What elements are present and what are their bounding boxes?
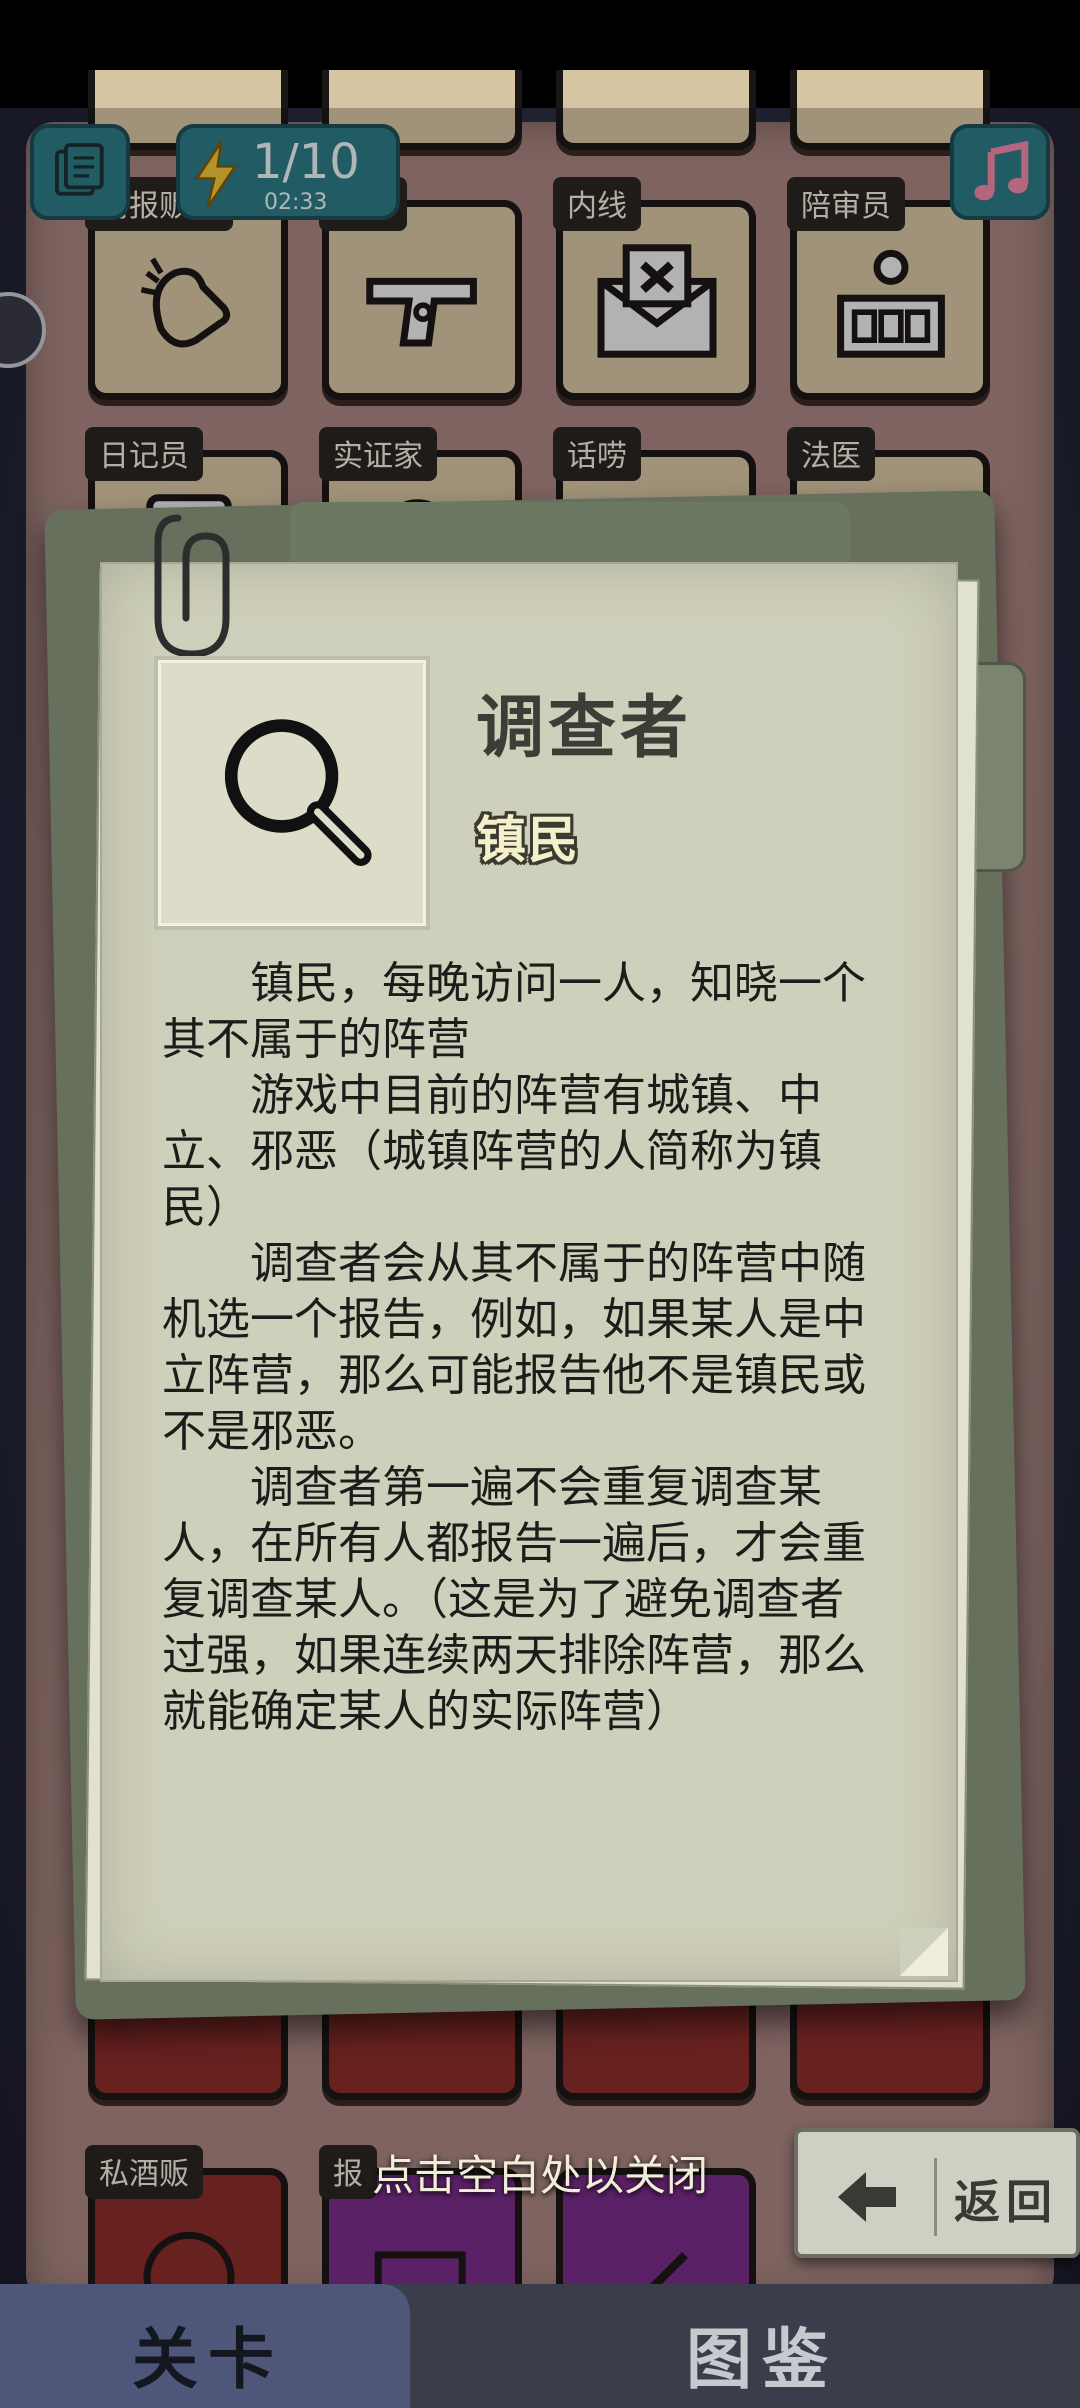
back-button-label: 返回 <box>954 2175 1058 2229</box>
tab-codex[interactable]: 图鉴 <box>410 2284 1080 2408</box>
paper-corner-fold <box>900 1928 948 1976</box>
role-description: 镇民，每晚访问一人，知晓一个其不属于的阵营 游戏中目前的阵营有城镇、中立、邪恶（… <box>162 956 882 1740</box>
back-button[interactable]: 返回 <box>794 2128 1080 2258</box>
back-button-divider <box>934 2158 937 2236</box>
role-portrait <box>154 656 430 930</box>
role-name: 调查者 <box>476 689 693 768</box>
folder-tab <box>290 502 850 562</box>
description-paragraph: 调查者会从其不属于的阵营中随机选一个报告，例如，如果某人是中立阵营，那么可能报告… <box>162 1238 866 1457</box>
description-paragraph: 镇民，每晚访问一人，知晓一个其不属于的阵营 <box>162 958 866 1065</box>
paperclip-icon <box>154 514 230 658</box>
arrow-left-icon <box>838 2172 896 2222</box>
role-camp: 镇民 <box>476 811 580 869</box>
tab-levels[interactable]: 关卡 <box>0 2284 410 2408</box>
tab-codex-label: 图鉴 <box>686 2321 838 2398</box>
magnifying-glass-icon <box>224 719 372 866</box>
tab-levels-label: 关卡 <box>132 2321 284 2398</box>
description-paragraph: 调查者第一遍不会重复调查某人，在所有人都报告一遍后，才会重复调查某人。（这是为了… <box>162 1462 866 1737</box>
description-paragraph: 游戏中目前的阵营有城镇、中立、邪恶（城镇阵营的人简称为镇民） <box>162 1070 822 1233</box>
